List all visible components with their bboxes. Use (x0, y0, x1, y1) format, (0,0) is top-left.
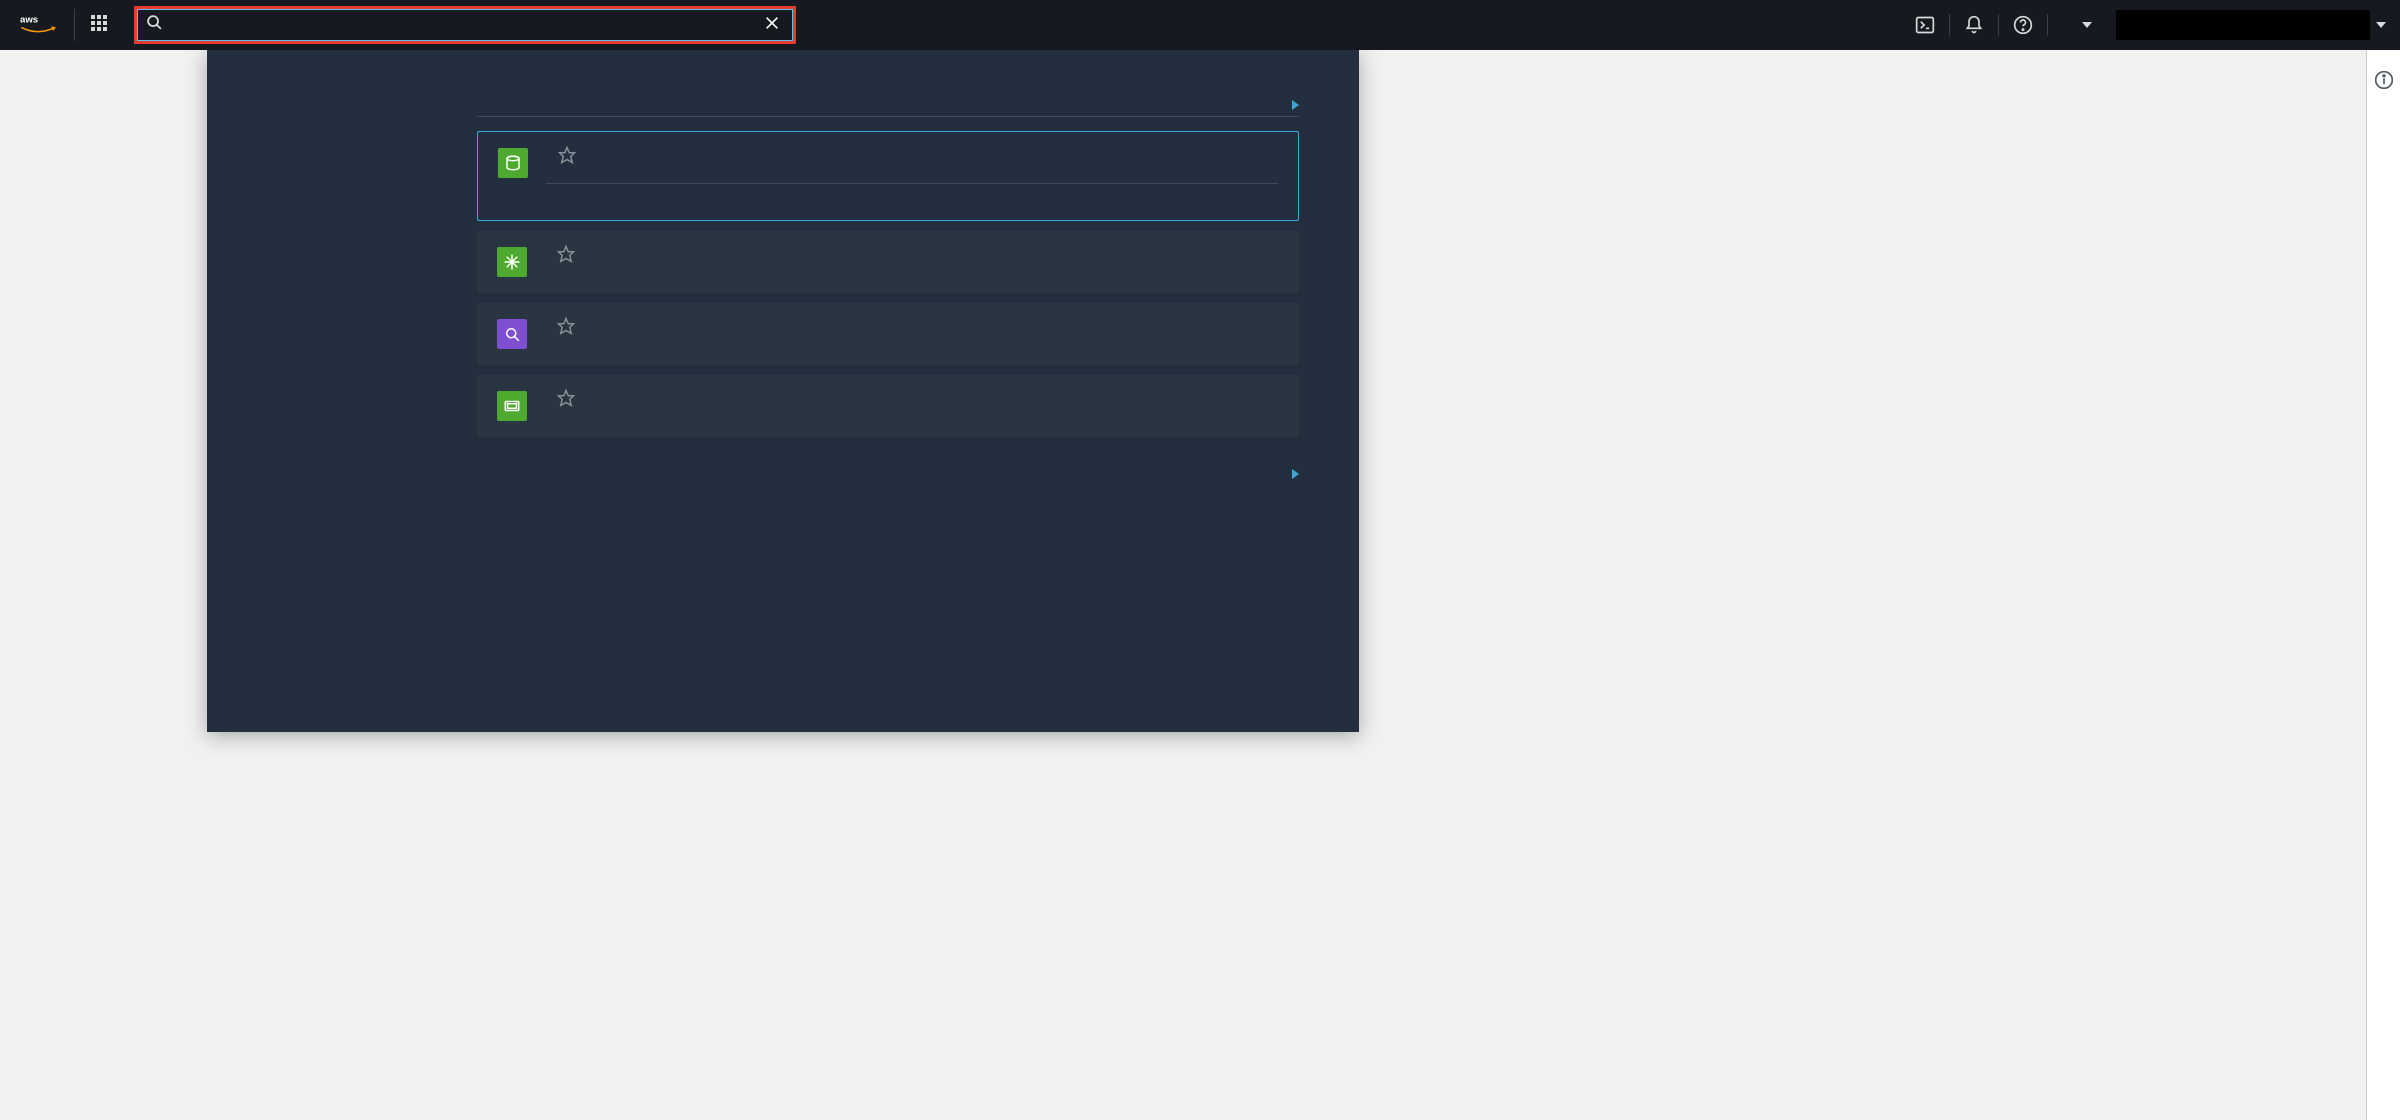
caret-down-icon (2376, 22, 2386, 28)
account-menu[interactable] (2116, 10, 2370, 40)
info-panel-rail (2366, 50, 2400, 1120)
favorite-star-button[interactable] (557, 245, 575, 268)
features-section (477, 469, 1299, 479)
triangle-right-icon (1292, 469, 1299, 479)
top-features-heading (546, 183, 1278, 196)
service-result-s3-glacier[interactable] (477, 231, 1299, 293)
search-icon (146, 14, 163, 36)
help-icon (2013, 15, 2033, 35)
sidebar-item-documentation[interactable] (253, 154, 477, 172)
global-search-inner (137, 9, 793, 41)
close-icon (764, 15, 780, 31)
service-result-athena[interactable] (477, 303, 1299, 365)
favorite-star-button[interactable] (557, 389, 575, 412)
region-selector[interactable] (2048, 0, 2110, 50)
cloudshell-icon (1915, 15, 1935, 35)
info-icon (2374, 70, 2394, 90)
sidebar-item-knowledge-articles[interactable] (253, 172, 477, 190)
search-clear-button[interactable] (760, 11, 784, 40)
bell-icon (1964, 15, 1984, 35)
services-section-header (477, 100, 1299, 110)
s3-service-icon (498, 148, 528, 178)
svg-text:aws: aws (20, 15, 38, 26)
global-search (134, 6, 796, 44)
aws-logo[interactable]: aws (14, 9, 75, 41)
service-body (546, 146, 1278, 204)
snow-family-service-icon (497, 391, 527, 421)
grid-icon (91, 15, 108, 36)
services-menu-button[interactable] (75, 0, 134, 50)
aws-logo-icon: aws (20, 14, 56, 36)
divider (477, 116, 1299, 117)
star-icon (557, 389, 575, 407)
s3-glacier-service-icon (497, 247, 527, 277)
service-result-snow-family[interactable] (477, 375, 1299, 437)
triangle-right-icon (1292, 100, 1299, 110)
sidebar-item-features[interactable] (253, 118, 477, 136)
nav-right (1901, 0, 2386, 50)
star-icon (557, 317, 575, 335)
notifications-button[interactable] (1950, 0, 1998, 50)
result-category-sidebar (207, 100, 477, 732)
see-all-services-link[interactable] (1288, 100, 1299, 110)
search-results-title (421, 76, 1359, 100)
search-input[interactable] (163, 16, 760, 34)
service-body (545, 245, 1279, 277)
panel-body (207, 100, 1359, 732)
sidebar-item-tutorials[interactable] (253, 190, 477, 208)
service-title-row (546, 146, 1278, 169)
top-nav: aws (0, 0, 2400, 50)
sidebar-item-marketplace[interactable] (253, 226, 477, 244)
favorite-star-button[interactable] (558, 146, 576, 169)
see-all-features-link[interactable] (1288, 469, 1299, 479)
help-button[interactable] (1999, 0, 2047, 50)
athena-service-icon (497, 319, 527, 349)
star-icon (558, 146, 576, 164)
caret-down-icon (2082, 22, 2092, 28)
features-section-header (477, 469, 1299, 479)
favorite-star-button[interactable] (557, 317, 575, 340)
sidebar-item-services[interactable] (253, 100, 477, 118)
search-results-panel (207, 50, 1359, 732)
cloudshell-button[interactable] (1901, 0, 1949, 50)
star-icon (557, 245, 575, 263)
service-title-row (545, 389, 1279, 412)
service-title-row (545, 317, 1279, 340)
info-panel-toggle[interactable] (2374, 70, 2394, 1120)
service-body (545, 389, 1279, 421)
service-result-s3[interactable] (477, 131, 1299, 221)
sidebar-item-events[interactable] (253, 208, 477, 226)
service-title-row (545, 245, 1279, 268)
service-body (545, 317, 1279, 349)
results-main (477, 100, 1359, 732)
sidebar-item-blogs[interactable] (253, 136, 477, 154)
